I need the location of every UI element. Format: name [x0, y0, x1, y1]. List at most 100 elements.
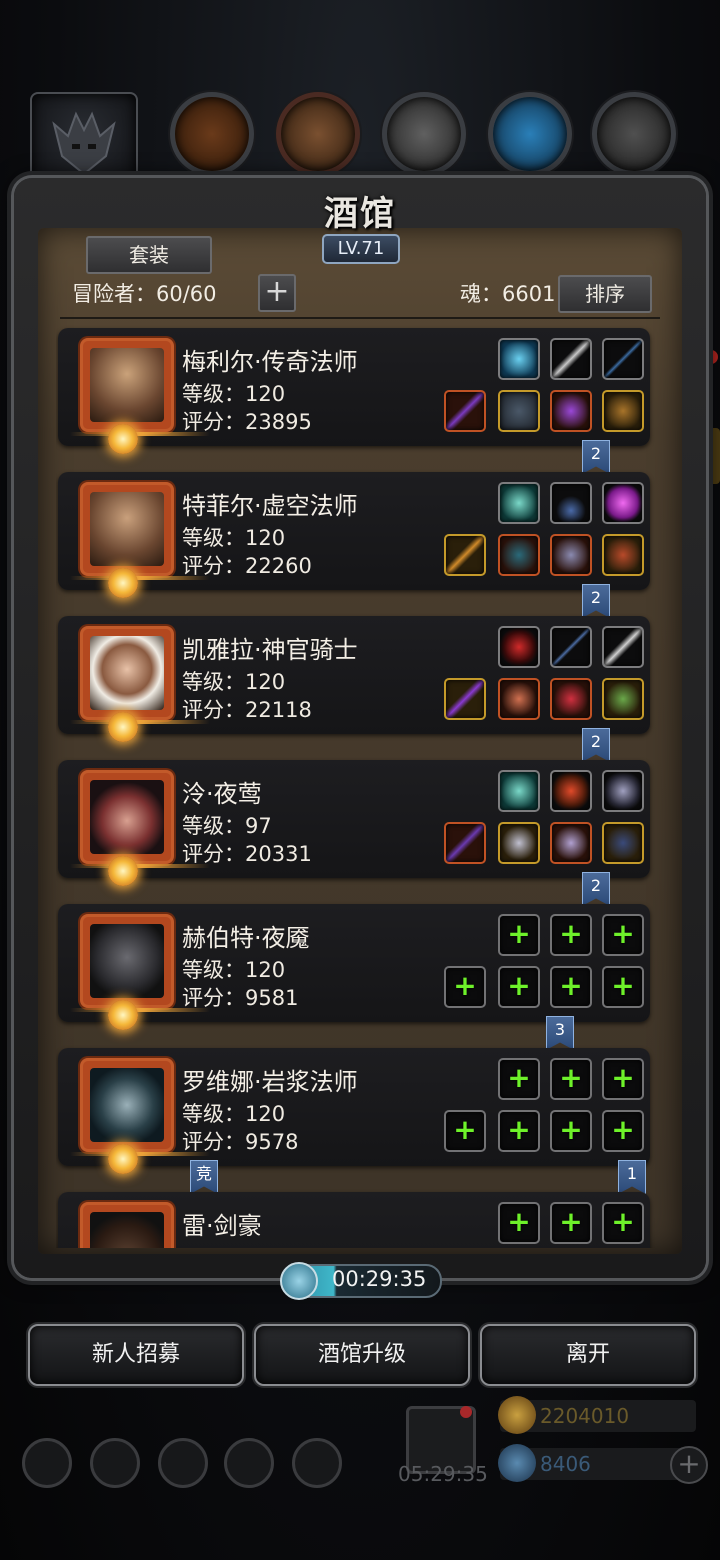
shield-icon[interactable]	[292, 1438, 342, 1488]
rank-sun-icon	[108, 1144, 138, 1174]
gold-amount: 2204010	[540, 1404, 630, 1428]
ring-icon[interactable]	[602, 390, 644, 432]
add-plus-icon: +	[559, 1113, 583, 1146]
hero-portrait[interactable]	[80, 482, 174, 576]
empty-slot[interactable]: +	[444, 966, 486, 1008]
empty-slot[interactable]: +	[550, 1202, 592, 1244]
set-button[interactable]: 套装	[86, 236, 212, 274]
emblem-icon[interactable]	[550, 770, 592, 812]
panel-title: 酒馆	[324, 193, 396, 234]
rank-flag: 3	[546, 1016, 574, 1050]
bow-icon[interactable]	[550, 626, 592, 668]
empty-slot[interactable]: +	[498, 1058, 540, 1100]
empty-slot[interactable]: +	[602, 1110, 644, 1152]
meat-resource-icon[interactable]	[170, 92, 254, 176]
plus-icon: +	[264, 274, 290, 309]
hero-name: 赫伯特·夜魇	[182, 924, 310, 952]
dagger-icon[interactable]	[444, 822, 486, 864]
amulet-icon[interactable]	[550, 390, 592, 432]
hero-card[interactable]: 凯雅拉·神官骑士 等级：120 评分：22118	[58, 616, 650, 742]
hero-card[interactable]: 雷·剑豪 + + +	[58, 1192, 650, 1248]
empty-slot[interactable]: +	[498, 914, 540, 956]
sort-button[interactable]: 排序	[558, 275, 652, 313]
empty-slot[interactable]: +	[498, 966, 540, 1008]
orb-gem-icon[interactable]	[498, 338, 540, 380]
orb-gem-icon[interactable]	[498, 482, 540, 524]
hero-card[interactable]: 梅利尔·传奇法师 等级：120 评分：23895	[58, 328, 650, 454]
empty-slot[interactable]: +	[550, 1058, 592, 1100]
hero-level: 等级：120	[182, 958, 286, 982]
settings-icon[interactable]	[22, 1438, 72, 1488]
rank-sun-icon	[108, 712, 138, 742]
stone-resource-icon[interactable]	[382, 92, 466, 176]
staff-icon[interactable]	[444, 534, 486, 576]
hero-portrait[interactable]	[80, 1058, 174, 1152]
star-icon[interactable]	[90, 1438, 140, 1488]
hero-level: 等级：120	[182, 382, 286, 406]
add-plus-icon: +	[611, 969, 635, 1002]
staff-icon[interactable]	[444, 678, 486, 720]
mail-icon[interactable]	[224, 1438, 274, 1488]
hero-card[interactable]: 泠·夜莺 等级：97 评分：20331	[58, 760, 650, 886]
player-avatar[interactable]	[30, 92, 138, 192]
empty-slot[interactable]: +	[602, 966, 644, 1008]
armor-icon[interactable]	[498, 822, 540, 864]
rank-flag: 1	[618, 1160, 646, 1194]
feather-icon[interactable]	[550, 338, 592, 380]
hero-portrait[interactable]	[80, 914, 174, 1008]
rune-icon[interactable]	[602, 770, 644, 812]
empty-slot[interactable]: +	[498, 1202, 540, 1244]
pendant-icon[interactable]	[602, 678, 644, 720]
empty-slot[interactable]: +	[444, 1110, 486, 1152]
hero-portrait[interactable]	[80, 770, 174, 864]
robe-icon[interactable]	[498, 390, 540, 432]
add-plus-icon: +	[453, 969, 477, 1002]
armor-icon[interactable]	[498, 678, 540, 720]
add-plus-icon: +	[611, 917, 635, 950]
hero-score: 评分：9581	[182, 986, 299, 1010]
empty-slot[interactable]: +	[498, 1110, 540, 1152]
empty-slot[interactable]: +	[550, 966, 592, 1008]
hero-list[interactable]: 梅利尔·传奇法师 等级：120 评分：23895 2 特菲尔·虚空法师 等级：1…	[56, 322, 666, 1248]
crystal-resource-icon[interactable]	[488, 92, 572, 176]
necklace-icon[interactable]	[550, 482, 592, 524]
gift-timer: 05:29:35	[398, 1462, 488, 1486]
heart-gem-icon[interactable]	[498, 626, 540, 668]
empty-slot[interactable]: +	[602, 914, 644, 956]
arena-flag: 竞	[190, 1160, 218, 1194]
iron-resource-icon[interactable]	[592, 92, 676, 176]
tavern-upgrade-button[interactable]: 酒馆升级	[254, 1324, 470, 1386]
rank-flag: 2	[582, 440, 610, 474]
add-currency-button[interactable]: +	[670, 1446, 708, 1484]
crystal-icon[interactable]	[602, 482, 644, 524]
recruit-button[interactable]: 新人招募	[28, 1324, 244, 1386]
wood-resource-icon[interactable]	[276, 92, 360, 176]
bow-icon[interactable]	[602, 338, 644, 380]
demon-helmet-icon	[52, 111, 116, 176]
empty-slot[interactable]: +	[602, 1058, 644, 1100]
pendant-icon[interactable]	[602, 534, 644, 576]
add-plus-icon: +	[611, 1061, 635, 1094]
empty-slot[interactable]: +	[602, 1202, 644, 1244]
empty-slot[interactable]: +	[550, 914, 592, 956]
empty-slot[interactable]: +	[550, 1110, 592, 1152]
staff-icon[interactable]	[444, 390, 486, 432]
add-slot-button[interactable]: +	[258, 274, 296, 312]
hero-card[interactable]: 罗维娜·岩浆法师 等级：120 评分：9578 + + + + + + +	[58, 1048, 650, 1174]
leave-button[interactable]: 离开	[480, 1324, 696, 1386]
hero-portrait[interactable]	[80, 626, 174, 720]
helm-icon[interactable]	[550, 534, 592, 576]
hero-portrait[interactable]	[80, 1202, 174, 1248]
helm-icon[interactable]	[550, 822, 592, 864]
gem-amount: 8406	[540, 1452, 591, 1476]
castle-icon[interactable]	[158, 1438, 208, 1488]
helm-icon[interactable]	[550, 678, 592, 720]
hero-card[interactable]: 赫伯特·夜魇 等级：120 评分：9581 + + + + + + +	[58, 904, 650, 1030]
armor-icon[interactable]	[498, 534, 540, 576]
pendant-icon[interactable]	[602, 822, 644, 864]
hero-card[interactable]: 特菲尔·虚空法师 等级：120 评分：22260	[58, 472, 650, 598]
hero-name: 雷·剑豪	[182, 1212, 262, 1240]
hero-portrait[interactable]	[80, 338, 174, 432]
orb-gem-icon[interactable]	[498, 770, 540, 812]
feather-icon[interactable]	[602, 626, 644, 668]
